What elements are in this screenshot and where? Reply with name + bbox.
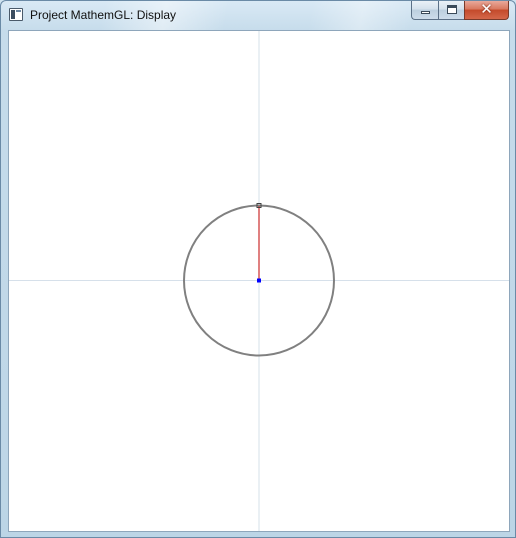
app-window: Project MathemGL: Display ✕	[0, 0, 516, 538]
center-point	[257, 278, 261, 283]
display-canvas[interactable]	[8, 30, 510, 532]
display-scene	[9, 31, 509, 531]
maximize-icon	[447, 5, 457, 14]
minimize-button[interactable]	[411, 1, 438, 20]
window-app-icon[interactable]	[9, 8, 23, 21]
close-icon: ✕	[480, 0, 493, 18]
title-bar[interactable]: Project MathemGL: Display ✕	[1, 1, 515, 29]
maximize-button[interactable]	[438, 1, 464, 20]
minimize-icon	[421, 11, 430, 14]
caption-buttons: ✕	[411, 1, 509, 21]
close-button[interactable]: ✕	[464, 1, 509, 20]
window-title: Project MathemGL: Display	[30, 8, 177, 22]
